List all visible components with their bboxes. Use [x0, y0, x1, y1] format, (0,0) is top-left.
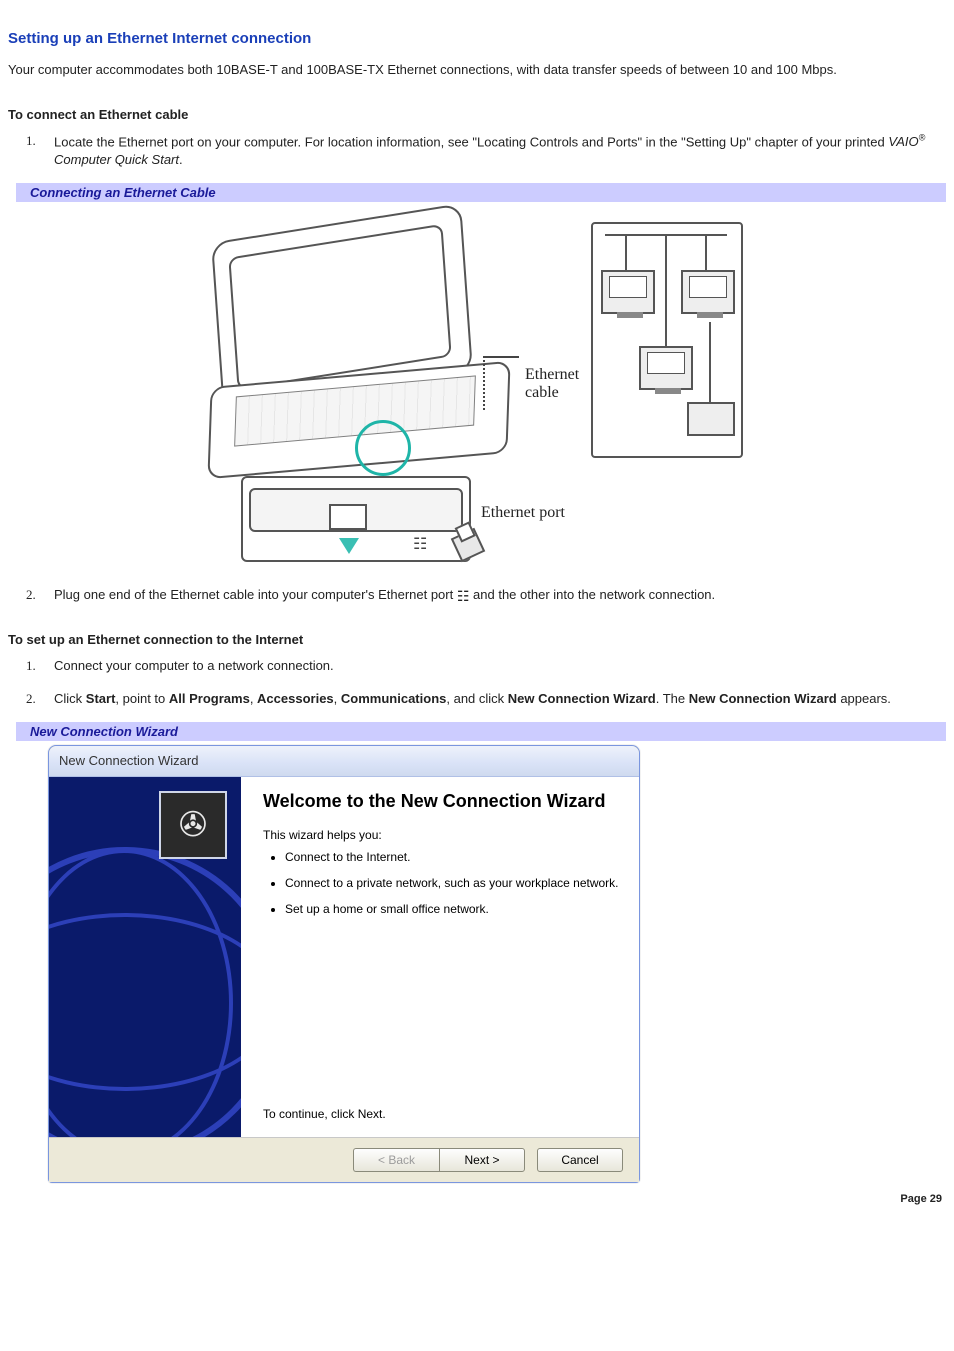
wizard-title: New Connection Wizard	[59, 753, 198, 768]
next-button[interactable]: Next >	[439, 1148, 525, 1172]
page-title: Setting up an Ethernet Internet connecti…	[8, 30, 946, 47]
section-heading-setup-connection: To set up an Ethernet connection to the …	[8, 632, 946, 647]
communications-label: Communications	[341, 691, 446, 706]
net-line	[705, 234, 707, 272]
wizard-continue-hint: To continue, click Next.	[263, 1107, 619, 1127]
start-button-label: Start	[86, 691, 116, 706]
desktop-icon	[601, 270, 655, 314]
cancel-button[interactable]: Cancel	[537, 1148, 623, 1172]
net-line	[665, 234, 667, 346]
t: . The	[656, 691, 689, 706]
wizard-sidebar: ✇	[49, 777, 243, 1137]
printer-icon	[687, 402, 735, 436]
wizard-titlebar: New Connection Wizard	[49, 746, 639, 777]
arrow-icon	[339, 538, 359, 554]
step-open-wizard: Click Start, point to All Programs, Acce…	[54, 690, 946, 708]
step-plug-cable: Plug one end of the Ethernet cable into …	[54, 586, 946, 604]
step-locate-port: Locate the Ethernet port on your compute…	[54, 132, 946, 170]
wizard-window: New Connection Wizard ✇ Welcome to the N…	[48, 745, 640, 1183]
t: Click	[54, 691, 86, 706]
cable-label-l2: cable	[525, 384, 559, 401]
back-button: < Back	[353, 1148, 439, 1172]
handshake-icon: ✇	[159, 791, 227, 859]
ethernet-port-icon-inline: ☷	[457, 589, 470, 603]
t: , point to	[115, 691, 168, 706]
figure-caption-ethernet: Connecting an Ethernet Cable	[8, 183, 946, 202]
port-highlight-circle	[355, 420, 411, 476]
globe-graphic	[49, 847, 243, 1137]
wizard-bullet: Set up a home or small office network.	[285, 902, 619, 916]
port-label: Ethernet port	[481, 504, 565, 522]
page-number: Page 29	[8, 1193, 946, 1205]
wizard-bullet: Connect to the Internet.	[285, 850, 619, 864]
step-text: and the other into the network connectio…	[473, 587, 715, 602]
step-text: Locate the Ethernet port on your compute…	[54, 134, 888, 149]
step-text: .	[179, 152, 183, 167]
wizard-bullet: Connect to a private network, such as yo…	[285, 876, 619, 890]
vaio-brand: VAIO	[888, 134, 918, 149]
new-connection-wizard-label: New Connection Wizard	[508, 691, 656, 706]
intro-paragraph: Your computer accommodates both 10BASE-T…	[8, 61, 946, 79]
net-line	[709, 322, 711, 404]
step-connect-network: Connect your computer to a network conne…	[54, 657, 946, 675]
t: appears.	[837, 691, 891, 706]
accessories-label: Accessories	[257, 691, 334, 706]
t: , and click	[446, 691, 507, 706]
wizard-intro: This wizard helps you:	[263, 828, 619, 842]
all-programs-label: All Programs	[169, 691, 250, 706]
desktop-icon	[639, 346, 693, 390]
registered-mark: ®	[919, 133, 926, 143]
quick-start-title: Computer Quick Start	[54, 152, 179, 167]
step-text: Plug one end of the Ethernet cable into …	[54, 587, 457, 602]
figure-caption-wizard: New Connection Wizard	[8, 722, 946, 741]
cable-label-l1: Ethernet	[525, 366, 579, 383]
net-line	[625, 234, 627, 272]
new-connection-wizard-label: New Connection Wizard	[689, 691, 837, 706]
wizard-screenshot: New Connection Wizard ✇ Welcome to the N…	[48, 745, 946, 1183]
t: ,	[250, 691, 257, 706]
wizard-heading: Welcome to the New Connection Wizard	[263, 791, 619, 812]
section-heading-connect-cable: To connect an Ethernet cable	[8, 107, 946, 122]
port-callout-box	[241, 476, 471, 562]
cable-label: Ethernet cable	[525, 366, 579, 402]
ethernet-port-icon: ☷	[413, 538, 427, 552]
desktop-icon	[681, 270, 735, 314]
t: ,	[334, 691, 341, 706]
ethernet-diagram: Ethernet cable ☷ Ethernet port	[8, 206, 946, 566]
cable-lead-line	[483, 356, 519, 410]
